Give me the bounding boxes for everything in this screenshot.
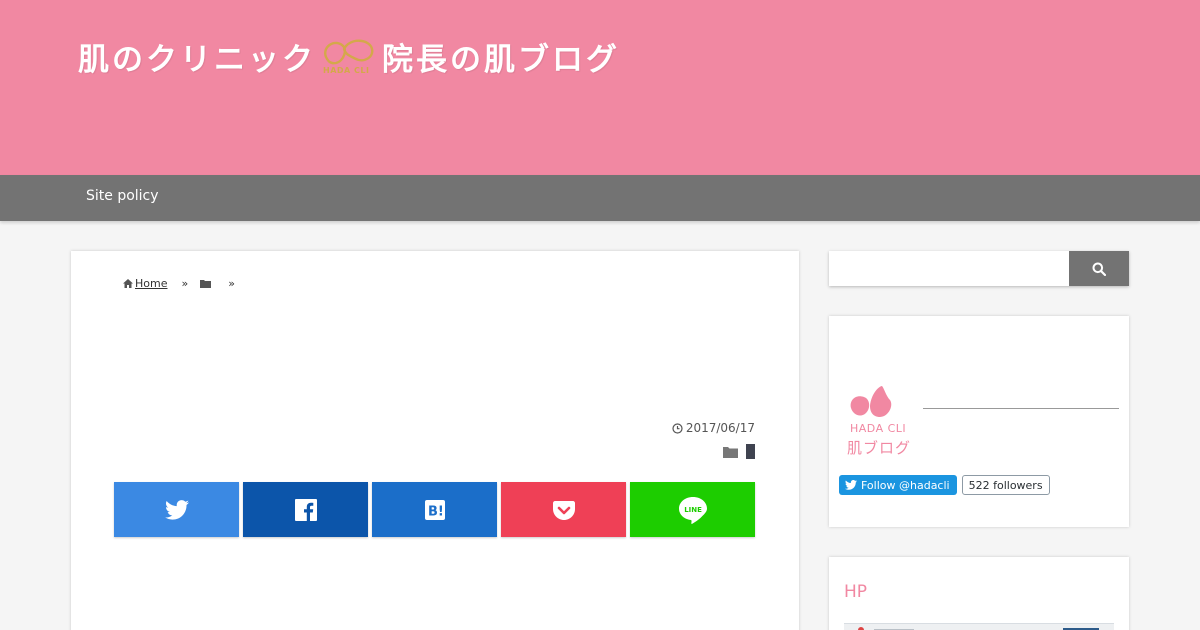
breadcrumb-separator-2: » xyxy=(228,277,235,290)
breadcrumb-category[interactable] xyxy=(200,279,214,288)
twitter-bird-icon xyxy=(845,480,857,490)
hada-cli-blog-logo[interactable]: HADA CLI 肌ブログ xyxy=(846,384,916,457)
twitter-follow: Follow @hadacli 522 followers xyxy=(839,475,1050,495)
facebook-share-button[interactable] xyxy=(243,482,368,537)
breadcrumb: Home » » xyxy=(123,277,247,290)
twitter-follow-button[interactable]: Follow @hadacli xyxy=(839,475,957,495)
widget-logo-blog: 肌ブログ xyxy=(847,439,912,457)
hp-thumbnail-image[interactable] xyxy=(844,623,1114,630)
hp-widget: HP xyxy=(829,557,1129,630)
clock-icon xyxy=(672,422,683,434)
hada-cli-logo-icon xyxy=(850,386,892,417)
pocket-icon xyxy=(552,500,575,520)
followers-text: 522 followers xyxy=(968,478,1043,492)
site-title-part1: 肌のクリニック xyxy=(78,42,316,78)
share-buttons: B! LINE xyxy=(114,482,755,537)
hatena-share-button[interactable]: B! xyxy=(372,482,497,537)
svg-text:LINE: LINE xyxy=(684,505,702,513)
breadcrumb-home-label: Home xyxy=(135,277,168,290)
hp-widget-title: HP xyxy=(844,582,868,602)
global-nav: Site policy xyxy=(0,175,1200,221)
breadcrumb-separator: » xyxy=(181,277,189,290)
twitter-share-button[interactable] xyxy=(114,482,239,537)
line-icon: LINE xyxy=(678,496,707,524)
follow-label: Follow @hadacli xyxy=(861,478,950,492)
search-icon xyxy=(1092,262,1106,276)
folder-icon xyxy=(723,446,738,458)
folder-icon xyxy=(200,280,212,288)
widget-logo-text: HADA CLI xyxy=(850,422,907,435)
line-share-button[interactable]: LINE xyxy=(630,482,755,537)
breadcrumb-home[interactable]: Home xyxy=(123,277,167,290)
post-date: 2017/06/17 xyxy=(672,421,755,435)
site-header: 肌のクリニック HADA CLI 院長の肌ブログ xyxy=(0,0,1200,175)
category-tag[interactable] xyxy=(746,444,755,459)
twitter-bird-icon xyxy=(164,499,189,520)
divider xyxy=(923,408,1119,409)
hada-cli-logo-icon: HADA CLI xyxy=(320,35,378,79)
facebook-f-icon xyxy=(294,498,317,521)
main-article: Home » » 2017/06/17 B! LINE xyxy=(71,251,799,630)
search-input[interactable] xyxy=(829,251,1069,286)
hatena-b-icon: B! xyxy=(424,499,445,520)
post-date-value: 2017/06/17 xyxy=(685,421,755,435)
site-title[interactable]: 肌のクリニック HADA CLI 院長の肌ブログ xyxy=(78,34,620,79)
search-form xyxy=(829,251,1129,286)
pocket-share-button[interactable] xyxy=(501,482,626,537)
home-icon xyxy=(123,279,133,288)
logo-text: HADA CLI xyxy=(323,65,370,75)
profile-widget: HADA CLI 肌ブログ Follow @hadacli 522 follow… xyxy=(829,316,1129,527)
site-title-part2: 院長の肌ブログ xyxy=(382,42,620,78)
followers-count[interactable]: 522 followers xyxy=(961,475,1050,495)
nav-item-site-policy[interactable]: Site policy xyxy=(86,188,159,204)
post-category xyxy=(723,444,755,459)
search-button[interactable] xyxy=(1069,251,1129,286)
svg-text:B!: B! xyxy=(428,504,444,519)
